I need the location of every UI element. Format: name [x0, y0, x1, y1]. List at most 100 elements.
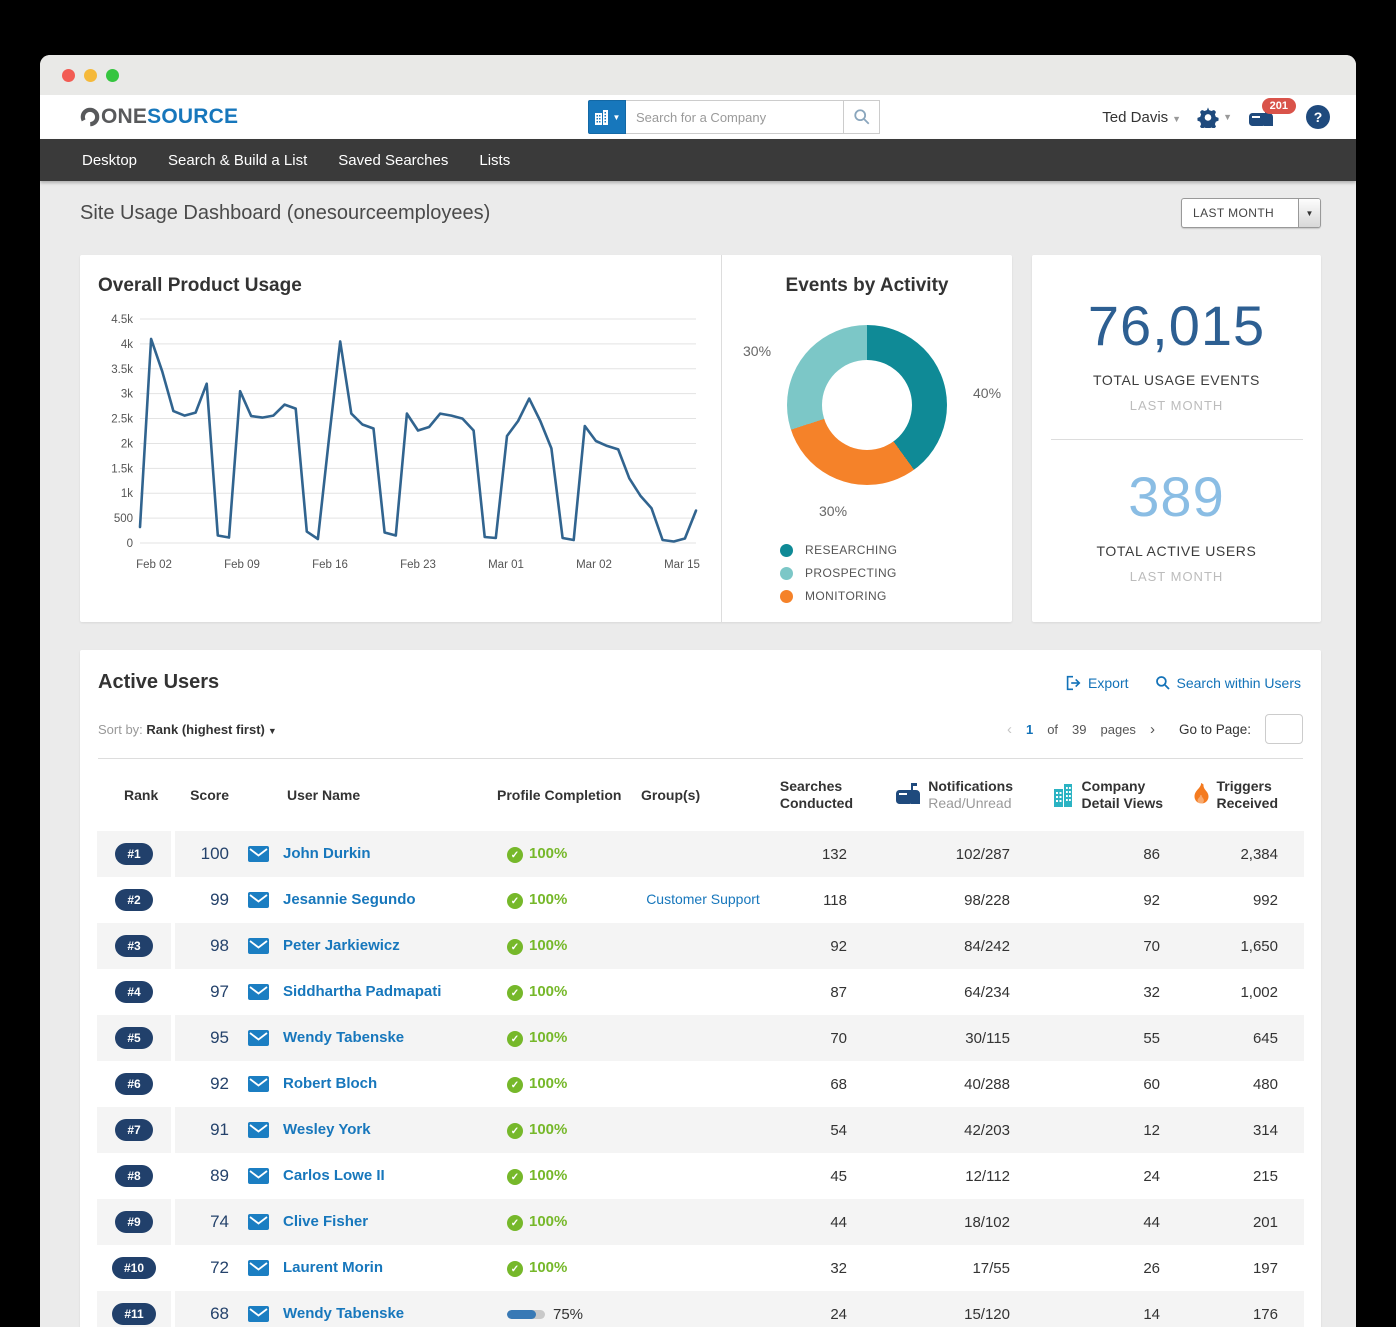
rank-cell: #10 — [97, 1245, 175, 1291]
col-profile-completion[interactable]: Profile Completion — [483, 787, 633, 803]
envelope-icon — [248, 892, 269, 908]
email-cell[interactable] — [233, 1260, 283, 1276]
col-notifications[interactable]: NotificationsRead/Unread — [853, 778, 1013, 813]
col-triggers-received[interactable]: TriggersReceived — [1163, 778, 1304, 813]
settings-menu[interactable]: ▼ — [1197, 106, 1232, 128]
user-name-link[interactable]: Peter Jarkiewicz — [283, 937, 400, 954]
user-name-link[interactable]: Jesannie Segundo — [283, 891, 416, 908]
svg-text:Mar 15: Mar 15 — [664, 559, 700, 571]
email-cell[interactable] — [233, 1168, 283, 1184]
searches-conducted-value: 54 — [773, 1122, 853, 1139]
score-value: 89 — [175, 1166, 233, 1186]
nav-item-desktop[interactable]: Desktop — [82, 152, 137, 169]
email-cell[interactable] — [233, 1030, 283, 1046]
chevron-down-icon: ▼ — [1298, 199, 1320, 227]
company-search: ▼ — [588, 100, 880, 134]
help-button[interactable]: ? — [1306, 105, 1330, 129]
total-usage-events-sublabel: LAST MONTH — [1032, 398, 1321, 413]
email-cell[interactable] — [233, 1122, 283, 1138]
user-name-link[interactable]: Wesley York — [283, 1121, 371, 1138]
profile-completion-cell: ✓100% — [483, 1167, 633, 1186]
email-cell[interactable] — [233, 1306, 283, 1322]
company-detail-views-value: 70 — [1013, 938, 1163, 955]
notifications-value: 30/115 — [853, 1030, 1013, 1047]
flame-icon — [1190, 783, 1210, 807]
col-user-name[interactable]: User Name — [283, 787, 483, 803]
email-cell[interactable] — [233, 846, 283, 862]
user-name-link[interactable]: Robert Bloch — [283, 1075, 377, 1092]
score-value: 99 — [175, 890, 233, 910]
onesource-logo[interactable]: ONESOURCE — [80, 105, 238, 129]
company-search-input[interactable] — [626, 100, 844, 134]
user-name-link[interactable]: Clive Fisher — [283, 1213, 368, 1230]
user-name-link[interactable]: Siddhartha Padmapati — [283, 983, 441, 1000]
check-icon: ✓ — [507, 1077, 523, 1093]
prev-page-button[interactable]: ‹ — [1007, 721, 1012, 738]
table-row: #6 92 Robert Bloch ✓100% 68 40/288 60 48… — [97, 1061, 1304, 1107]
maximize-window-icon[interactable] — [106, 69, 119, 82]
close-window-icon[interactable] — [62, 69, 75, 82]
goto-page-input[interactable] — [1265, 714, 1303, 744]
next-page-button[interactable]: › — [1150, 721, 1155, 738]
group-link[interactable]: Customer Support — [646, 891, 760, 907]
chevron-down-icon: ▼ — [268, 726, 277, 736]
email-cell[interactable] — [233, 938, 283, 954]
legend-item-researching: RESEARCHING — [780, 543, 1012, 557]
searches-conducted-value: 87 — [773, 984, 853, 1001]
table-header: Rank Score User Name Profile Completion … — [97, 759, 1304, 831]
col-company-detail-views[interactable]: CompanyDetail Views — [1013, 778, 1163, 813]
logo-source-text: SOURCE — [147, 105, 238, 129]
notifications-button[interactable]: 201 — [1248, 105, 1274, 129]
col-score[interactable]: Score — [175, 787, 233, 803]
sort-value-dropdown[interactable]: Rank (highest first)▼ — [146, 722, 276, 737]
building-icon — [594, 109, 611, 126]
rank-badge: #4 — [115, 981, 152, 1003]
user-menu[interactable]: Ted Davis▼ — [1102, 109, 1181, 126]
rank-cell: #1 — [97, 831, 175, 877]
logo-one-text: ONE — [101, 105, 147, 129]
svg-text:Mar 02: Mar 02 — [576, 559, 612, 571]
envelope-icon — [248, 1168, 269, 1184]
col-groups[interactable]: Group(s) — [633, 787, 773, 803]
svg-text:1.5k: 1.5k — [111, 463, 133, 475]
searches-conducted-value: 68 — [773, 1076, 853, 1093]
table-row: #1 100 John Durkin ✓100% 132 102/287 86 … — [97, 831, 1304, 877]
profile-completion-cell: ✓100% — [483, 983, 633, 1002]
export-button[interactable]: Export — [1064, 674, 1128, 692]
company-detail-views-value: 44 — [1013, 1214, 1163, 1231]
period-selector[interactable]: LAST MONTH ▼ — [1181, 198, 1321, 228]
email-cell[interactable] — [233, 1214, 283, 1230]
total-active-users-label: TOTAL ACTIVE USERS — [1032, 543, 1321, 559]
user-name-link[interactable]: Wendy Tabenske — [283, 1029, 404, 1046]
nav-item-search-build-list[interactable]: Search & Build a List — [168, 152, 307, 169]
triggers-received-value: 1,650 — [1163, 938, 1304, 955]
total-pages: 39 — [1072, 722, 1086, 737]
notifications-value: 12/112 — [853, 1168, 1013, 1185]
email-cell[interactable] — [233, 1076, 283, 1092]
profile-percent: 100% — [529, 1029, 567, 1046]
check-icon: ✓ — [507, 939, 523, 955]
email-cell[interactable] — [233, 984, 283, 1000]
col-rank[interactable]: Rank — [97, 787, 175, 803]
profile-completion-cell: ✓100% — [483, 1213, 633, 1232]
search-submit-button[interactable] — [844, 100, 880, 134]
user-name-link[interactable]: Carlos Lowe II — [283, 1167, 385, 1184]
search-within-users-button[interactable]: Search within Users — [1155, 674, 1302, 692]
user-name-link[interactable]: Laurent Morin — [283, 1259, 383, 1276]
nav-item-lists[interactable]: Lists — [479, 152, 510, 169]
notifications-value: 15/120 — [853, 1306, 1013, 1323]
email-cell[interactable] — [233, 892, 283, 908]
check-icon: ✓ — [507, 1215, 523, 1231]
pages-label: pages — [1101, 722, 1136, 737]
notification-count-badge: 201 — [1262, 98, 1296, 114]
col-searches-conducted[interactable]: SearchesConducted — [773, 778, 853, 813]
minimize-window-icon[interactable] — [84, 69, 97, 82]
nav-item-saved-searches[interactable]: Saved Searches — [338, 152, 448, 169]
triggers-received-value: 201 — [1163, 1214, 1304, 1231]
user-name-link[interactable]: John Durkin — [283, 845, 371, 862]
user-name-link[interactable]: Wendy Tabenske — [283, 1305, 404, 1322]
searches-conducted-value: 24 — [773, 1306, 853, 1323]
triggers-received-value: 2,384 — [1163, 846, 1304, 863]
rank-cell: #2 — [97, 877, 175, 923]
search-category-button[interactable]: ▼ — [588, 100, 626, 134]
